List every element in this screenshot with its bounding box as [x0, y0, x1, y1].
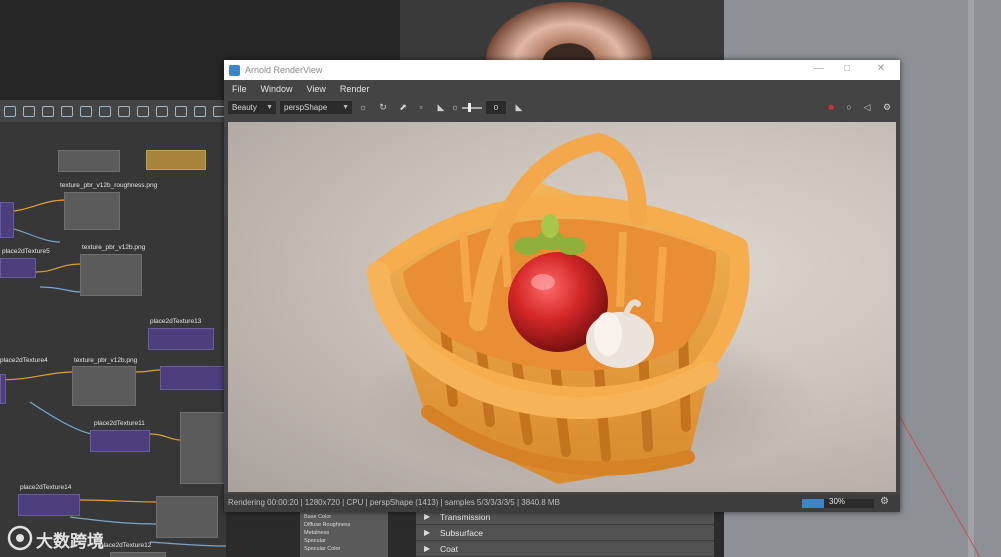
section-subsurface[interactable]: ▶ Subsurface — [416, 526, 714, 541]
hypershade-node-editor[interactable]: texture_pbr_v12b_roughness.png place2dTe… — [0, 100, 226, 557]
render-progress-label: 30% — [829, 497, 846, 506]
render-status-text: Rendering 00:00:20 | 1280x720 | CPU | pe… — [228, 498, 560, 507]
camera-select[interactable]: perspShape ▼ — [280, 101, 352, 114]
collapse-arrow-icon: ▶ — [424, 544, 431, 553]
menu-view[interactable]: View — [307, 84, 326, 94]
attribute-editor: ▶ Transmission ▶ Subsurface ▶ Coat — [416, 510, 714, 557]
place2d-node[interactable] — [0, 258, 36, 278]
refresh-icon[interactable]: ↻ — [378, 102, 388, 112]
aov-select-value: Beauty — [232, 103, 257, 112]
sun-icon[interactable]: ☼ — [358, 102, 368, 112]
watermark-logo: 大数跨境 — [6, 524, 136, 554]
connected-view-icon[interactable] — [137, 105, 149, 117]
node-title: texture_pbr_v12b.png — [74, 357, 138, 364]
watermark-text: 大数跨境 — [36, 532, 104, 551]
graph-icon[interactable] — [4, 105, 16, 117]
file-texture-node[interactable] — [156, 496, 218, 538]
place2d-node[interactable] — [0, 374, 6, 404]
full-view-icon[interactable] — [156, 105, 168, 117]
dropdown-arrow-icon: ▼ — [266, 104, 273, 111]
shader-node[interactable] — [180, 412, 226, 484]
node-title: place2dTexture13 — [150, 318, 202, 325]
attribute-name: Diffuse Roughness — [304, 522, 351, 528]
place2d-node[interactable] — [18, 494, 80, 516]
input-connections-icon[interactable] — [23, 105, 35, 117]
section-label: Subsurface — [440, 528, 483, 538]
file-texture-node[interactable] — [72, 366, 136, 406]
node-graph-canvas[interactable]: texture_pbr_v12b_roughness.png place2dTe… — [0, 122, 226, 557]
menu-render[interactable]: Render — [340, 84, 370, 94]
node-title: place2dTexture5 — [2, 248, 50, 255]
rgb-icon[interactable]: ○ — [844, 102, 854, 112]
histogram-icon[interactable]: ◣ — [514, 102, 524, 112]
attribute-connection-list: Base Color Diffuse Roughness Metalness S… — [300, 512, 388, 557]
render-progress-fill — [802, 499, 824, 508]
place2d-node[interactable] — [148, 328, 214, 350]
place2d-node[interactable] — [160, 366, 226, 390]
gamma-icon[interactable]: ☼ — [450, 102, 460, 112]
section-label: Transmission — [440, 512, 491, 522]
aov-select[interactable]: Beauty ▼ — [228, 101, 276, 114]
node-title: place2dTexture4 — [0, 357, 48, 364]
attribute-name: Specular Color — [304, 546, 341, 552]
exposure-slider[interactable] — [462, 107, 482, 109]
arnold-app-icon — [229, 64, 240, 76]
status-bar: Rendering 00:00:20 | 1280x720 | CPU | pe… — [224, 494, 900, 512]
exposure-slider-handle[interactable] — [468, 103, 471, 112]
node-title: place2dTexture14 — [20, 484, 72, 491]
both-connections-icon[interactable] — [61, 105, 73, 117]
node-editor-toolbar — [0, 100, 226, 122]
menu-bar: File Window View Render — [224, 80, 900, 98]
render-image[interactable] — [228, 122, 896, 492]
custom-view-icon[interactable] — [175, 105, 187, 117]
place2d-node[interactable] — [0, 202, 14, 238]
minimize-button[interactable]: — — [812, 63, 826, 74]
menu-file[interactable]: File — [232, 84, 247, 94]
attribute-name: Metalness — [304, 530, 330, 536]
attribute-name: Specular — [304, 538, 326, 544]
arnold-renderview-window[interactable]: Arnold RenderView — □ ✕ File Window View… — [224, 60, 900, 512]
shader-node[interactable] — [146, 150, 206, 170]
menu-window[interactable]: Window — [261, 84, 293, 94]
maximize-button[interactable]: □ — [840, 63, 854, 74]
place2d-node[interactable] — [90, 430, 150, 452]
window-title: Arnold RenderView — [245, 65, 323, 75]
file-texture-node[interactable] — [80, 254, 142, 296]
section-transmission[interactable]: ▶ Transmission — [416, 510, 714, 525]
close-button[interactable]: ✕ — [874, 63, 888, 74]
attribute-name: Base Color — [304, 514, 332, 520]
node-title: texture_pbr_v12b_roughness.png — [60, 182, 158, 189]
collapse-arrow-icon: ▶ — [424, 512, 431, 521]
crop-icon[interactable]: ⬈ — [398, 102, 408, 112]
render-toolbar: Beauty ▼ perspShape ▼ ☼ ↻ ⬈ ▫ ◣ ☼ 0 ◣ ■ … — [224, 98, 900, 118]
settings-icon[interactable]: ⚙ — [882, 102, 892, 112]
section-coat[interactable]: ▶ Coat — [416, 542, 714, 557]
rendered-basket-scene — [358, 132, 818, 484]
node-box[interactable] — [58, 150, 120, 172]
search-icon[interactable] — [194, 105, 206, 117]
sound-icon[interactable]: ◁ — [862, 102, 872, 112]
stop-icon[interactable]: ■ — [826, 102, 836, 112]
channel-icon[interactable]: ◣ — [436, 102, 446, 112]
window-titlebar[interactable]: Arnold RenderView — □ ✕ — [224, 60, 900, 80]
clear-graph-icon[interactable] — [80, 105, 92, 117]
status-settings-icon[interactable]: ⚙ — [880, 496, 889, 507]
node-title: texture_pbr_v12b.png — [82, 244, 146, 251]
dropdown-arrow-icon: ▼ — [342, 104, 349, 111]
output-connections-icon[interactable] — [42, 105, 54, 117]
exposure-value-field[interactable]: 0 — [486, 101, 506, 114]
snapshot-icon[interactable]: ▫ — [416, 102, 426, 112]
node-title: place2dTexture11 — [94, 420, 145, 427]
section-label: Coat — [440, 544, 458, 554]
simple-view-icon[interactable] — [118, 105, 130, 117]
camera-select-value: perspShape — [284, 103, 328, 112]
watermark-icon — [7, 525, 33, 551]
layout-icon[interactable] — [99, 105, 111, 117]
file-texture-node[interactable] — [64, 192, 120, 230]
collapse-arrow-icon: ▶ — [424, 528, 431, 537]
